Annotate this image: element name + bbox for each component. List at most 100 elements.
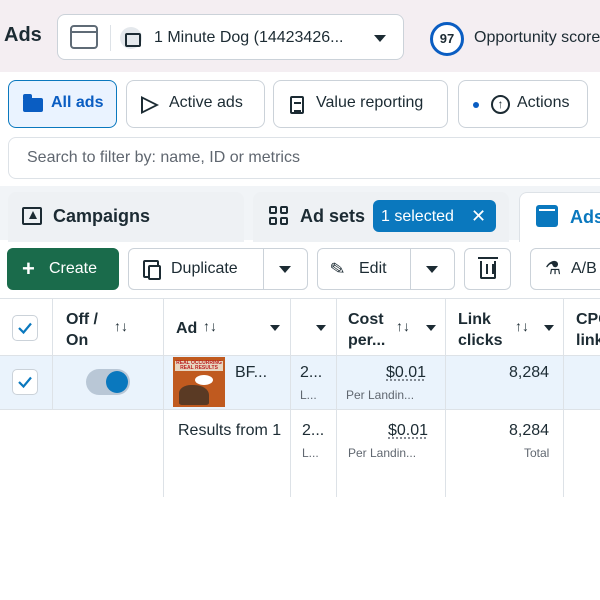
link-clicks-line-1: Link <box>458 309 502 330</box>
column-header-off-on[interactable]: Off / On <box>66 309 98 351</box>
ab-test-button[interactable]: ⚗ A/B <box>530 248 600 290</box>
cost-per-result: $0.01 <box>386 364 426 382</box>
edit-label: Edit <box>359 260 387 278</box>
summary-link-clicks-type: Total <box>524 446 549 460</box>
close-icon[interactable]: ✕ <box>471 206 486 227</box>
tab-ad-sets[interactable]: Ad sets 1 selected ✕ <box>253 192 509 242</box>
value-reporting-button[interactable]: Value reporting <box>273 80 448 128</box>
thumbnail-banner: REAL OCCURRING REAL RESULTS <box>175 361 223 371</box>
search-bar[interactable] <box>8 137 600 179</box>
chevron-down-icon[interactable] <box>316 325 326 331</box>
chevron-down-icon <box>374 35 386 42</box>
account-selector[interactable]: 1 Minute Dog (14423426... <box>57 14 404 60</box>
window-icon <box>70 25 98 49</box>
duplicate-icon <box>143 260 159 278</box>
select-all-checkbox[interactable] <box>12 315 38 341</box>
tab-campaigns-label: Campaigns <box>53 206 150 227</box>
duplicate-button[interactable]: Duplicate <box>128 248 308 290</box>
divider <box>110 25 111 51</box>
column-header-cost-per-result[interactable]: Cost per... <box>348 309 385 351</box>
sort-icon[interactable]: ↑↓ <box>515 318 529 334</box>
toggle-knob <box>106 371 128 393</box>
chevron-down-icon[interactable] <box>279 266 291 273</box>
results-type: L... <box>300 388 317 402</box>
tab-campaigns[interactable]: Campaigns <box>8 192 244 242</box>
edit-button[interactable]: ✎ Edit <box>317 248 455 290</box>
cpc-line-2: link <box>576 330 600 351</box>
chevron-down-icon[interactable] <box>270 325 280 331</box>
ad-header-label: Ad <box>176 320 197 337</box>
actions-button[interactable]: ↑ Actions <box>458 80 588 128</box>
campaign-flag-icon <box>22 207 42 225</box>
results-value: 2... <box>300 364 322 382</box>
divider <box>410 249 411 289</box>
column-divider <box>445 299 446 497</box>
column-divider <box>163 299 164 497</box>
dog-image <box>179 385 209 405</box>
selected-chip[interactable]: 1 selected ✕ <box>373 200 496 232</box>
tab-ads-label: Ads <box>570 207 600 228</box>
tab-ad-sets-label: Ad sets <box>300 206 365 227</box>
summary-label: Results from 1 <box>178 422 281 440</box>
summary-cost-type: Per Landin... <box>348 446 416 460</box>
ad-thumbnail[interactable]: REAL OCCURRING REAL RESULTS <box>173 357 225 407</box>
link-clicks-line-2: clicks <box>458 330 502 351</box>
summary-results-type: L... <box>302 446 319 460</box>
account-name: 1 Minute Dog (14423426... <box>154 29 343 47</box>
sort-icon[interactable]: ↑↓ <box>203 318 217 334</box>
ad-on-off-toggle[interactable] <box>86 369 130 395</box>
actions-label: Actions <box>517 94 569 112</box>
cpc-line-1: CPC <box>576 309 600 330</box>
chevron-down-icon[interactable] <box>426 266 438 273</box>
ad-name[interactable]: BF... <box>235 364 267 382</box>
column-divider <box>52 299 53 409</box>
cost-per-result-type: Per Landin... <box>346 388 414 402</box>
account-avatar-icon <box>120 27 142 49</box>
summary-results-value: 2... <box>302 422 324 440</box>
row-checkbox[interactable] <box>12 369 38 395</box>
all-ads-label: All ads <box>51 94 103 112</box>
value-reporting-label: Value reporting <box>316 94 423 112</box>
active-ads-label: Active ads <box>169 94 243 112</box>
ads-table: Off / On ↑↓ Ad ↑↓ Cost per... ↑↓ Link cl… <box>0 298 600 496</box>
pencil-icon: ✎ <box>328 258 347 281</box>
arrow-up-circle-icon: ↑ <box>491 95 510 114</box>
column-divider <box>336 299 337 497</box>
report-icon <box>290 96 304 114</box>
page-title: Ads <box>4 24 42 47</box>
sort-icon[interactable]: ↑↓ <box>396 318 410 334</box>
active-ads-button[interactable]: Active ads <box>126 80 265 128</box>
duplicate-label: Duplicate <box>171 260 238 278</box>
row-divider <box>0 355 600 356</box>
off-on-line-1: Off / <box>66 309 98 330</box>
create-button[interactable]: + Create <box>7 248 119 290</box>
link-clicks-value: 8,284 <box>509 364 549 382</box>
column-header-link-clicks[interactable]: Link clicks <box>458 309 502 351</box>
speech-bubble <box>195 375 213 385</box>
off-on-line-2: On <box>66 330 98 351</box>
cost-line-1: Cost <box>348 309 385 330</box>
sort-icon[interactable]: ↑↓ <box>114 318 128 334</box>
chevron-down-icon[interactable] <box>544 325 554 331</box>
cost-line-2: per... <box>348 330 385 351</box>
search-input[interactable] <box>9 138 600 178</box>
delete-button[interactable] <box>464 248 511 290</box>
selected-count: 1 selected <box>381 208 454 226</box>
column-header-ad[interactable]: Ad <box>176 318 197 339</box>
column-header-cpc[interactable]: CPC link <box>576 309 600 351</box>
chevron-down-icon[interactable] <box>426 325 436 331</box>
send-icon <box>141 96 159 114</box>
tab-ads[interactable]: Ads <box>519 192 600 242</box>
summary-link-clicks: 8,284 <box>509 422 549 440</box>
create-label: Create <box>49 260 97 278</box>
trash-icon <box>480 261 496 279</box>
flask-icon: ⚗ <box>545 258 561 279</box>
divider <box>263 249 264 289</box>
notification-dot-icon <box>473 102 479 108</box>
folder-icon <box>23 98 43 112</box>
all-ads-button[interactable]: All ads <box>8 80 117 128</box>
opportunity-score-badge[interactable]: 97 <box>430 22 464 56</box>
summary-cost-per-result: $0.01 <box>388 422 428 440</box>
opportunity-score-label[interactable]: Opportunity score <box>474 29 600 47</box>
column-divider <box>290 299 291 497</box>
